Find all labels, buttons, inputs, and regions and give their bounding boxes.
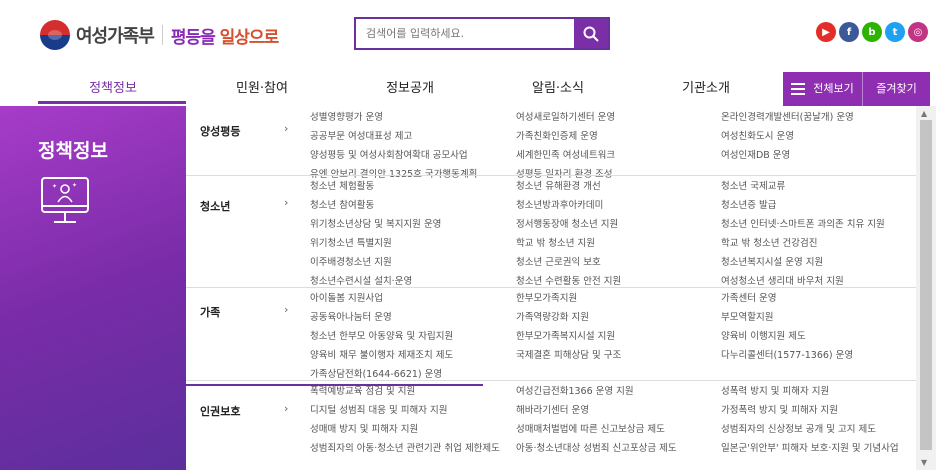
menu-link[interactable]: 양육비 이행지원 제도 xyxy=(721,328,806,342)
menu-link[interactable]: 여성청소년 생리대 바우처 지원 xyxy=(721,273,844,287)
menu-link[interactable]: 성매매 방지 및 피해자 지원 xyxy=(310,421,418,435)
menu-link[interactable]: 온라인경력개발센터(꿈날개) 운영 xyxy=(721,109,854,123)
gnb-civil-participation[interactable]: 민원·참여 xyxy=(207,72,317,106)
menu-link[interactable]: 청소년 체험활동 xyxy=(310,178,374,192)
chevron-right-icon[interactable]: › xyxy=(284,122,288,135)
menu-link[interactable]: 청소년 한부모 아동양육 및 자립지원 xyxy=(310,328,453,342)
category-name[interactable]: 양성평등 xyxy=(200,123,240,139)
gnb-news[interactable]: 알림·소식 xyxy=(503,72,613,106)
menu-link[interactable]: 디지털 성범죄 대응 및 피해자 지원 xyxy=(310,402,447,416)
menu-link[interactable]: 위기청소년상담 및 복지지원 운영 xyxy=(310,216,441,230)
menu-link[interactable]: 한부모가족복지시설 지원 xyxy=(516,328,615,342)
menu-link[interactable]: 양육비 채무 불이행자 제재조치 제도 xyxy=(310,347,453,361)
menu-link[interactable]: 여성인재DB 운영 xyxy=(721,147,790,161)
side-title: 정책정보 xyxy=(38,140,108,162)
menu-link[interactable]: 학교 밖 청소년 지원 xyxy=(516,235,595,249)
menu-link[interactable]: 가족센터 운영 xyxy=(721,290,776,304)
search-button[interactable] xyxy=(574,19,608,48)
menu-link[interactable]: 청소년 참여활동 xyxy=(310,197,374,211)
menu-link[interactable]: 청소년 유해환경 개선 xyxy=(516,178,601,192)
ministry-logo[interactable]: 여성가족부 평등을 일상으로 xyxy=(40,20,280,50)
menu-link[interactable]: 성별영향평가 운영 xyxy=(310,109,383,123)
policy-menu-list: 양성평등 › 성별영향평가 운영공공부문 여성대표성 제고양성평등 및 여성사회참여… xyxy=(186,106,916,470)
ministry-name: 여성가족부 xyxy=(76,26,155,47)
menu-link[interactable]: 가정폭력 방지 및 피해자 지원 xyxy=(721,402,838,416)
menu-link[interactable]: 여성긴급전화1366 운영 지원 xyxy=(516,383,634,397)
scrollbar-thumb[interactable] xyxy=(920,120,932,450)
hover-indicator xyxy=(186,384,483,386)
all-menu-label: 전체보기 xyxy=(813,82,854,95)
menu-link[interactable]: 청소년증 발급 xyxy=(721,197,776,211)
menu-link[interactable]: 양성평등 및 여성사회참여확대 공모사업 xyxy=(310,147,468,161)
gnb-active-indicator xyxy=(38,101,186,104)
menu-link[interactable]: 정서행동장애 청소년 지원 xyxy=(516,216,618,230)
slogan-highlight: 일상으로 xyxy=(219,27,280,48)
menu-link[interactable]: 성범죄자의 신상정보 공개 및 고지 제도 xyxy=(721,421,876,435)
scroll-up-icon[interactable]: ▲ xyxy=(921,109,927,118)
menu-link[interactable]: 다누리콜센터(1577-1366) 운영 xyxy=(721,347,853,361)
search-icon xyxy=(583,26,599,42)
menu-link[interactable]: 성범죄자의 아동·청소년 관련기관 취업 제한제도 xyxy=(310,440,500,454)
gnb-utility-buttons: 전체보기 즐겨찾기 xyxy=(783,72,930,106)
menu-link[interactable]: 청소년복지시설 운영 지원 xyxy=(721,254,823,268)
menu-link[interactable]: 청소년방과후아카데미 xyxy=(516,197,603,211)
category-name[interactable]: 가족 xyxy=(200,304,220,320)
gnb-about[interactable]: 기관소개 xyxy=(651,72,761,106)
menu-link[interactable]: 성폭력 방지 및 피해자 지원 xyxy=(721,383,829,397)
scroll-down-icon[interactable]: ▼ xyxy=(921,458,927,467)
social-links: ▶ f b t ◎ xyxy=(816,22,928,42)
youtube-icon[interactable]: ▶ xyxy=(816,22,836,42)
gnb-info-disclosure[interactable]: 정보공개 xyxy=(355,72,465,106)
instagram-icon[interactable]: ◎ xyxy=(908,22,928,42)
chevron-right-icon[interactable]: › xyxy=(284,303,288,316)
menu-link[interactable]: 학교 밖 청소년 건강검진 xyxy=(721,235,817,249)
chevron-right-icon[interactable]: › xyxy=(284,402,288,415)
menu-link[interactable]: 가족역량강화 지원 xyxy=(516,309,589,323)
menu-link[interactable]: 국제결혼 피해상담 및 구조 xyxy=(516,347,621,361)
scrollbar[interactable]: ▲ ▼ xyxy=(916,106,936,470)
menu-link[interactable]: 일본군'위안부' 피해자 보호·지원 및 기념사업 xyxy=(721,440,899,454)
policy-monitor-icon: ✦ ✦ xyxy=(41,177,89,223)
slogan-prefix: 평등을 xyxy=(170,27,220,48)
hamburger-icon xyxy=(791,80,806,98)
svg-text:✦: ✦ xyxy=(72,182,77,189)
menu-link[interactable]: 여성친화도시 운영 xyxy=(721,128,794,142)
svg-text:✦: ✦ xyxy=(52,183,57,190)
menu-link[interactable]: 아이돌봄 지원사업 xyxy=(310,290,383,304)
favorites-button[interactable]: 즐겨찾기 xyxy=(863,72,930,106)
chevron-right-icon[interactable]: › xyxy=(284,196,288,209)
blog-icon[interactable]: b xyxy=(862,22,882,42)
menu-link[interactable]: 아동·청소년대상 성범죄 신고포상금 제도 xyxy=(516,440,677,454)
facebook-icon[interactable]: f xyxy=(839,22,859,42)
menu-link[interactable]: 청소년 국제교류 xyxy=(721,178,785,192)
menu-link[interactable]: 가족상담전화(1644-6621) 운영 xyxy=(310,366,442,380)
menu-link[interactable]: 세계한민족 여성네트워크 xyxy=(516,147,615,161)
menu-link[interactable]: 청소년 인터넷·스마트폰 과의존 치유 지원 xyxy=(721,216,885,230)
category-name[interactable]: 청소년 xyxy=(200,198,230,214)
menu-link[interactable]: 한부모가족지원 xyxy=(516,290,577,304)
side-panel: 정책정보 ✦ ✦ xyxy=(0,106,186,470)
menu-link[interactable]: 청소년 근로권익 보호 xyxy=(516,254,601,268)
twitter-icon[interactable]: t xyxy=(885,22,905,42)
menu-link[interactable]: 공동육아나눔터 운영 xyxy=(310,309,392,323)
menu-link[interactable]: 청소년수련시설 설치·운영 xyxy=(310,273,412,287)
menu-link[interactable]: 부모역할지원 xyxy=(721,309,773,323)
menu-link[interactable]: 위기청소년 특별지원 xyxy=(310,235,392,249)
menu-link[interactable]: 가족친화인증제 운영 xyxy=(516,128,598,142)
menu-link[interactable]: 여성새로일하기센터 운영 xyxy=(516,109,615,123)
menu-link[interactable]: 공공부문 여성대표성 제고 xyxy=(310,128,412,142)
taegeuk-emblem-icon xyxy=(40,20,70,50)
menu-link[interactable]: 해바라기센터 운영 xyxy=(516,402,589,416)
menu-link[interactable]: 청소년 수련활동 안전 지원 xyxy=(516,273,621,287)
menu-link[interactable]: 성매매처벌법에 따른 신고보상금 제도 xyxy=(516,421,665,435)
menu-link[interactable]: 이주배경청소년 지원 xyxy=(310,254,392,268)
category-name[interactable]: 인권보호 xyxy=(200,403,240,419)
all-menu-button[interactable]: 전체보기 xyxy=(783,72,863,106)
slogan: 평등을 일상으로 xyxy=(170,23,280,48)
search-input[interactable] xyxy=(356,19,574,48)
header: 여성가족부 평등을 일상으로 ▶fbt◎ xyxy=(0,0,936,70)
search-box xyxy=(354,17,610,50)
logo-divider xyxy=(161,25,163,45)
